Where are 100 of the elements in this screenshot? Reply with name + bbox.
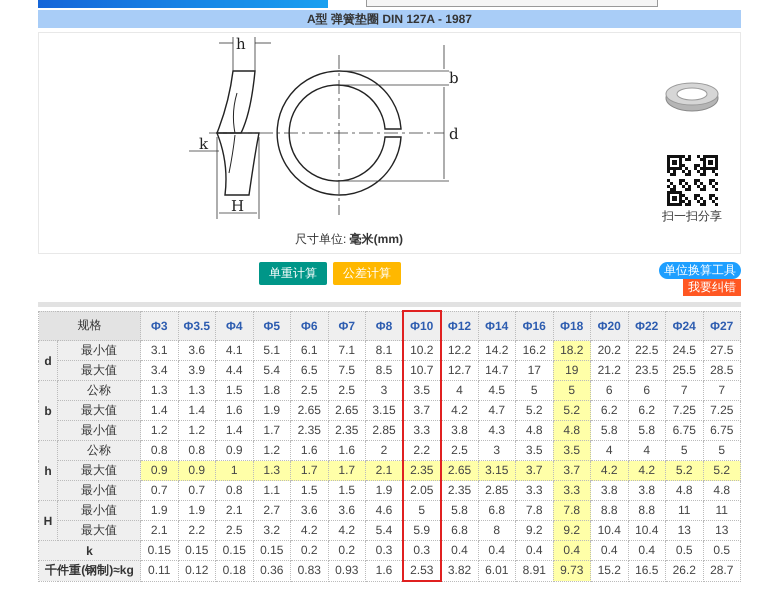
table-cell: 4.3 bbox=[478, 420, 516, 440]
table-cell: 14.2 bbox=[478, 340, 516, 360]
dimension-label: H bbox=[231, 197, 244, 215]
calculate-button[interactable]: 公差计算 bbox=[333, 262, 401, 285]
table-cell: 3.3 bbox=[403, 420, 440, 440]
table-cell: 1.6 bbox=[216, 400, 253, 420]
table-cell: 1.4 bbox=[178, 400, 216, 420]
size-header: Φ3 bbox=[140, 311, 178, 340]
table-cell: 3.15 bbox=[366, 400, 403, 420]
row-label: 最大值 bbox=[58, 400, 140, 420]
table-cell: 4 bbox=[628, 440, 666, 460]
table-cell: 2.35 bbox=[290, 420, 328, 440]
dimension-label: h bbox=[236, 35, 246, 53]
table-cell: 0.83 bbox=[290, 560, 328, 581]
table-cell: 2.65 bbox=[328, 400, 366, 420]
table-cell: 1.7 bbox=[328, 460, 366, 480]
calculate-button[interactable]: 单重计算 bbox=[259, 262, 327, 285]
table-cell: 0.18 bbox=[216, 560, 253, 581]
table-cell: 0.8 bbox=[140, 440, 178, 460]
table-cell: 4.2 bbox=[440, 400, 478, 420]
table-cell: 23.5 bbox=[628, 360, 666, 380]
table-cell: 3.6 bbox=[290, 500, 328, 520]
size-header: Φ7 bbox=[328, 311, 366, 340]
table-cell: 1.4 bbox=[216, 420, 253, 440]
table-cell: 1.9 bbox=[178, 500, 216, 520]
table-cell: 13 bbox=[703, 520, 740, 540]
table-cell: 26.2 bbox=[666, 560, 703, 581]
table-cell: 6 bbox=[590, 380, 628, 400]
size-header: Φ16 bbox=[516, 311, 553, 340]
table-cell: 0.3 bbox=[403, 540, 440, 560]
table-cell: 1.7 bbox=[290, 460, 328, 480]
table-cell: 21.2 bbox=[590, 360, 628, 380]
table-cell: 3.82 bbox=[440, 560, 478, 581]
table-cell: 0.7 bbox=[178, 480, 216, 500]
table-cell: 0.5 bbox=[703, 540, 740, 560]
table-cell: 1.6 bbox=[290, 440, 328, 460]
table-cell: 5.4 bbox=[366, 520, 403, 540]
table-cell: 4.6 bbox=[366, 500, 403, 520]
dimension-label: H bbox=[38, 500, 58, 540]
dimension-label: d bbox=[38, 340, 58, 380]
table-cell: 1 bbox=[216, 460, 253, 480]
table-cell: 6.8 bbox=[478, 500, 516, 520]
table-cell: 13 bbox=[666, 520, 703, 540]
unit-converter-button[interactable]: 单位换算工具 bbox=[659, 262, 741, 279]
table-cell: 7.8 bbox=[516, 500, 553, 520]
table-cell: 5.8 bbox=[628, 420, 666, 440]
table-cell: 12.2 bbox=[440, 340, 478, 360]
table-cell: 10.7 bbox=[403, 360, 440, 380]
table-cell: 0.3 bbox=[366, 540, 403, 560]
table-cell: 7 bbox=[666, 380, 703, 400]
table-cell: 0.15 bbox=[216, 540, 253, 560]
table-cell: 3 bbox=[366, 380, 403, 400]
table-cell: 27.5 bbox=[703, 340, 740, 360]
table-cell: 1.2 bbox=[140, 420, 178, 440]
table-cell: 0.9 bbox=[140, 460, 178, 480]
table-cell: 5 bbox=[666, 440, 703, 460]
table-cell: 0.11 bbox=[140, 560, 178, 581]
table-cell: 3.6 bbox=[178, 340, 216, 360]
table-cell: 7 bbox=[703, 380, 740, 400]
table-cell: 5.8 bbox=[590, 420, 628, 440]
size-header: Φ20 bbox=[590, 311, 628, 340]
table-cell: 3.15 bbox=[478, 460, 516, 480]
table-cell: 5 bbox=[516, 380, 553, 400]
table-cell: 0.4 bbox=[478, 540, 516, 560]
table-cell: 1.5 bbox=[216, 380, 253, 400]
table-cell: 22.5 bbox=[628, 340, 666, 360]
report-error-button[interactable]: 我要纠错 bbox=[683, 279, 741, 296]
table-cell: 1.4 bbox=[140, 400, 178, 420]
table-cell: 4.8 bbox=[666, 480, 703, 500]
table-cell: 7.5 bbox=[328, 360, 366, 380]
table-cell: 8.1 bbox=[366, 340, 403, 360]
dimension-label: b bbox=[38, 380, 58, 440]
table-cell: 17 bbox=[516, 360, 553, 380]
table-cell: 1.5 bbox=[328, 480, 366, 500]
table-cell: 6.2 bbox=[628, 400, 666, 420]
table-cell: 0.4 bbox=[516, 540, 553, 560]
table-cell: 11 bbox=[666, 500, 703, 520]
table-cell: 4.8 bbox=[516, 420, 553, 440]
table-cell: 2.35 bbox=[403, 460, 440, 480]
table-cell: 2.1 bbox=[140, 520, 178, 540]
table-cell: 24.5 bbox=[666, 340, 703, 360]
table-cell: 16.5 bbox=[628, 560, 666, 581]
table-cell: 2.65 bbox=[290, 400, 328, 420]
table-cell: 6.1 bbox=[290, 340, 328, 360]
size-header: Φ4 bbox=[216, 311, 253, 340]
table-cell: 5.8 bbox=[440, 500, 478, 520]
table-cell: 0.12 bbox=[178, 560, 216, 581]
table-cell: 4.2 bbox=[590, 460, 628, 480]
size-header: Φ10 bbox=[403, 311, 440, 340]
row-label: 千件重(钢制)≈kg bbox=[38, 560, 140, 581]
table-cell: 0.2 bbox=[290, 540, 328, 560]
table-cell: 3.9 bbox=[178, 360, 216, 380]
row-label: 最小值 bbox=[58, 480, 140, 500]
table-cell: 1.7 bbox=[253, 420, 290, 440]
table-cell: 1.8 bbox=[253, 380, 290, 400]
table-cell: 5 bbox=[403, 500, 440, 520]
table-cell: 1.9 bbox=[253, 400, 290, 420]
table-cell: 12.7 bbox=[440, 360, 478, 380]
table-cell: 5 bbox=[553, 380, 590, 400]
table-cell: 8 bbox=[478, 520, 516, 540]
